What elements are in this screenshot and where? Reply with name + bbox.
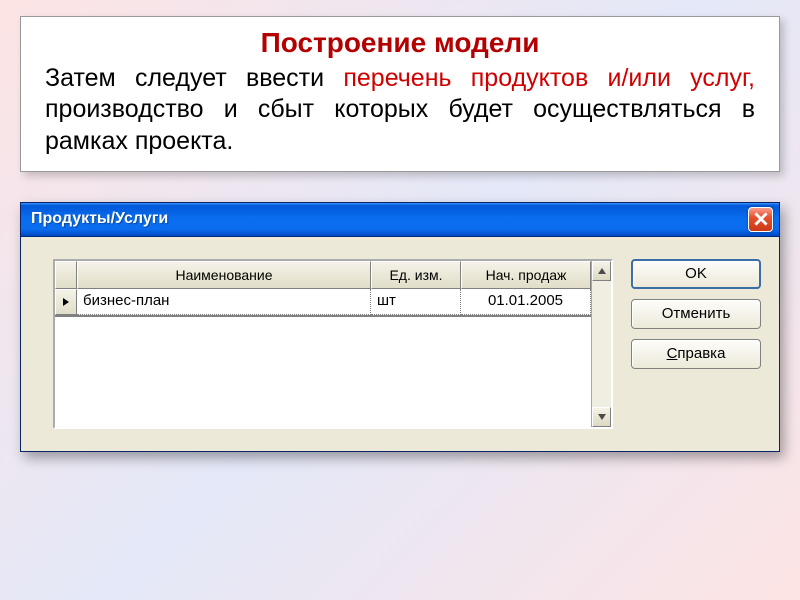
- cancel-button[interactable]: Отменить: [631, 299, 761, 329]
- table-header: Наименование Ед. изм. Нач. продаж: [55, 261, 591, 289]
- col-start[interactable]: Нач. продаж: [461, 261, 591, 289]
- info-title: Построение модели: [45, 27, 755, 59]
- info-text-highlight: перечень продуктов и/или услуг,: [343, 64, 755, 92]
- row-pointer-icon: [62, 297, 70, 307]
- row-marker[interactable]: [55, 289, 77, 315]
- chevron-up-icon: [598, 268, 606, 274]
- vertical-scrollbar[interactable]: [591, 261, 611, 427]
- cell-start[interactable]: 01.01.2005: [461, 289, 591, 315]
- button-column: OK Отменить Справка: [631, 259, 761, 429]
- ok-button[interactable]: OK: [631, 259, 761, 289]
- cell-unit[interactable]: шт: [371, 289, 461, 315]
- close-icon: [754, 212, 768, 226]
- scroll-track[interactable]: [592, 281, 611, 407]
- help-button[interactable]: Справка: [631, 339, 761, 369]
- info-card: Построение модели Затем следует ввести п…: [20, 16, 780, 172]
- products-dialog: Продукты/Услуги Наименование Ед. изм. На…: [20, 202, 780, 452]
- info-text-after: производство и сбыт которых будет осущес…: [45, 95, 755, 154]
- scroll-down-button[interactable]: [592, 407, 611, 427]
- close-button[interactable]: [748, 207, 773, 232]
- cell-name[interactable]: бизнес-план: [77, 289, 371, 315]
- products-table[interactable]: Наименование Ед. изм. Нач. продаж бизнес…: [53, 259, 613, 429]
- col-name[interactable]: Наименование: [77, 261, 371, 289]
- row-separator: [55, 315, 591, 317]
- titlebar-text: Продукты/Услуги: [31, 210, 748, 228]
- col-unit[interactable]: Ед. изм.: [371, 261, 461, 289]
- scroll-up-button[interactable]: [592, 261, 611, 281]
- help-accel: С: [667, 345, 678, 362]
- table-main: Наименование Ед. изм. Нач. продаж бизнес…: [55, 261, 591, 427]
- info-text: Затем следует ввести перечень продуктов …: [45, 63, 755, 157]
- table-row[interactable]: бизнес-план шт 01.01.2005: [55, 289, 591, 315]
- help-rest: правка: [677, 345, 725, 362]
- dialog-body: Наименование Ед. изм. Нач. продаж бизнес…: [21, 237, 779, 451]
- info-text-before: Затем следует ввести: [45, 64, 343, 92]
- chevron-down-icon: [598, 414, 606, 420]
- titlebar[interactable]: Продукты/Услуги: [21, 203, 779, 237]
- col-marker[interactable]: [55, 261, 77, 289]
